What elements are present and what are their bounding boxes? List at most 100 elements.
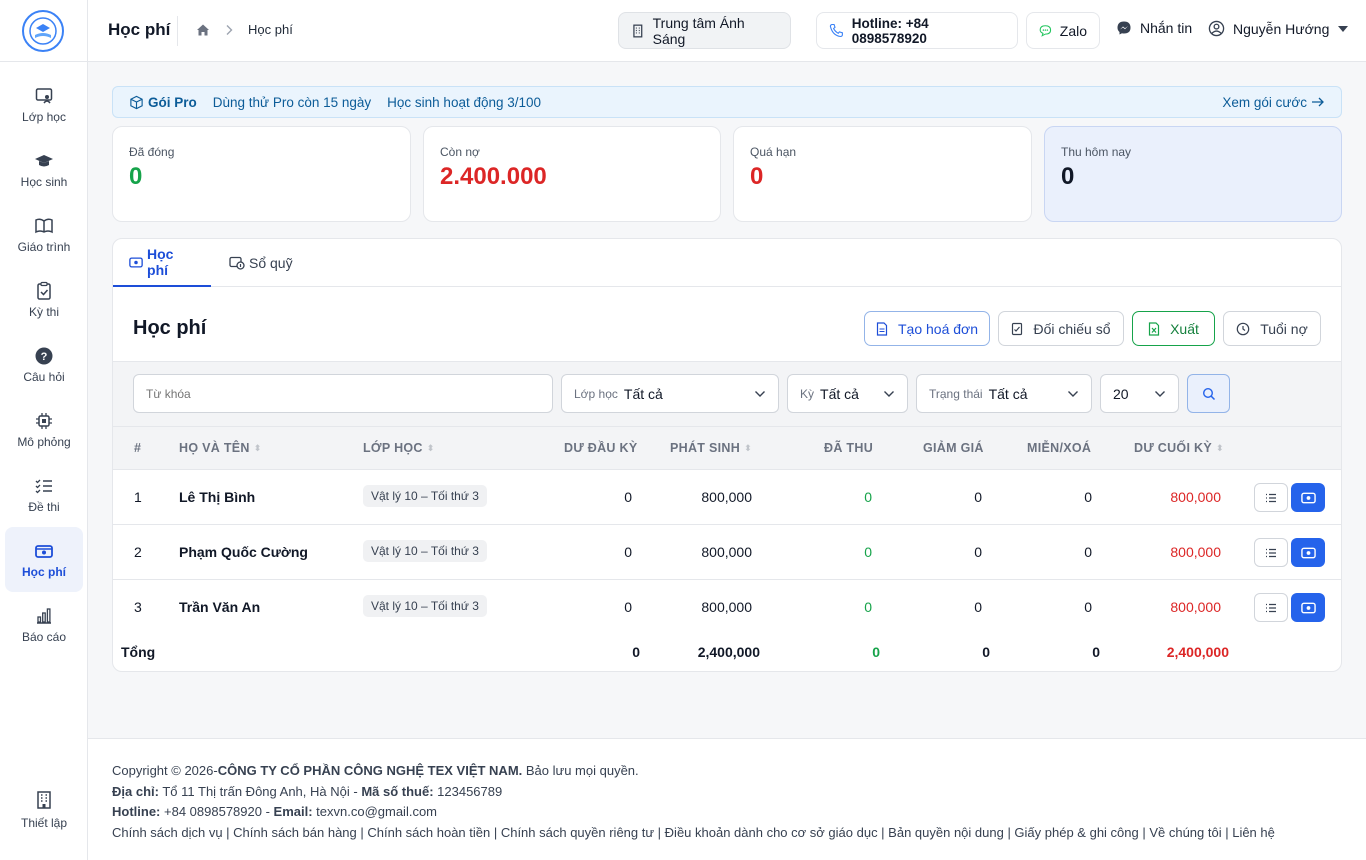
keyword-input[interactable] bbox=[134, 375, 552, 412]
plan-name: Gói Pro bbox=[148, 94, 197, 110]
sidebar: Lớp học Học sinh Giáo trình Kỳ thi ? Câu… bbox=[0, 0, 88, 860]
student-name[interactable]: Lê Thị Bình bbox=[179, 489, 255, 505]
center-selector[interactable]: Trung tâm Ánh Sáng bbox=[618, 12, 791, 49]
hotline-button[interactable]: Hotline: +84 0898578920 bbox=[816, 12, 1018, 49]
chevron-down-icon bbox=[755, 390, 765, 397]
sidebar-item-students[interactable]: Học sinh bbox=[5, 137, 83, 202]
sidebar-item-reports[interactable]: Báo cáo bbox=[5, 592, 83, 657]
sidebar-item-exams[interactable]: Kỳ thi bbox=[5, 267, 83, 332]
chip-icon bbox=[36, 412, 52, 429]
page-title: Học phí bbox=[108, 20, 171, 39]
create-invoice-button[interactable]: Tạo hoá đơn bbox=[864, 311, 990, 346]
sidebar-item-questions[interactable]: ? Câu hỏi bbox=[5, 332, 83, 397]
incurred-amount: 800,000 bbox=[701, 544, 752, 560]
box-icon bbox=[130, 95, 143, 109]
stat-owed: Còn nợ 2.400.000 bbox=[423, 126, 721, 222]
collect-payment-button[interactable] bbox=[1291, 538, 1325, 567]
col-label: DƯ ĐẦU KỲ bbox=[564, 441, 638, 455]
term-filter[interactable]: Kỳ Tất cả bbox=[787, 374, 908, 413]
money-icon bbox=[129, 256, 143, 268]
sidebar-item-classes[interactable]: Lớp học bbox=[5, 72, 83, 137]
user-name: Nguyễn Hướng bbox=[1233, 20, 1330, 37]
discount-amount: 0 bbox=[974, 489, 982, 505]
tax-value: 123456789 bbox=[433, 783, 503, 799]
checklist-icon bbox=[1012, 322, 1023, 335]
company-name: CÔNG TY CỔ PHẦN CÔNG NGHỆ TEX VIỆT NAM. bbox=[217, 763, 523, 778]
sidebar-nav: Lớp học Học sinh Giáo trình Kỳ thi ? Câu… bbox=[0, 72, 88, 657]
status-filter-value: Tất cả bbox=[988, 385, 1028, 402]
sidebar-item-label: Kỳ thi bbox=[28, 304, 59, 319]
table-total-row: Tổng 0 2,400,000 0 0 0 2,400,000 bbox=[113, 634, 1341, 670]
sidebar-item-tests[interactable]: Đề thi bbox=[5, 462, 83, 527]
paid-amount: 0 bbox=[864, 599, 872, 615]
tuition-card: Học phí Sổ quỹ Học phí Tạo hoá đơn Đối c… bbox=[112, 238, 1342, 672]
page-size-select[interactable]: 20 bbox=[1100, 374, 1179, 413]
details-button[interactable] bbox=[1254, 593, 1288, 622]
book-icon bbox=[35, 217, 53, 233]
footer-contact: Hotline: +84 0898578920 - Email: texvn.c… bbox=[112, 802, 1342, 823]
building-icon bbox=[633, 24, 643, 37]
discount-amount: 0 bbox=[974, 599, 982, 615]
waived-amount: 0 bbox=[1084, 599, 1092, 615]
total-label: Tổng bbox=[121, 644, 156, 660]
bar-chart-icon bbox=[37, 607, 51, 624]
details-button[interactable] bbox=[1254, 538, 1288, 567]
email-value[interactable]: texvn.co@gmail.com bbox=[313, 804, 437, 819]
col-incurred[interactable]: PHÁT SINH ⬍ bbox=[670, 441, 752, 455]
collect-payment-button[interactable] bbox=[1291, 483, 1325, 512]
sidebar-item-simulation[interactable]: Mô phỏng bbox=[5, 397, 83, 462]
export-button[interactable]: Xuất bbox=[1132, 311, 1215, 346]
hotline-value: +84 0898578920 - bbox=[160, 804, 274, 819]
search-button[interactable] bbox=[1187, 374, 1230, 413]
zalo-button[interactable]: Zalo bbox=[1026, 12, 1100, 49]
stat-value: 0 bbox=[1061, 163, 1075, 190]
sidebar-item-label: Báo cáo bbox=[21, 629, 67, 644]
tab-tuition[interactable]: Học phí bbox=[113, 239, 211, 287]
col-label: DƯ CUỐI KỲ bbox=[1134, 441, 1212, 455]
money-icon bbox=[1300, 492, 1316, 503]
sort-icon: ⬍ bbox=[1215, 442, 1224, 453]
building-icon bbox=[37, 791, 51, 809]
chevron-down-icon bbox=[884, 390, 894, 397]
student-name[interactable]: Trần Văn An bbox=[179, 599, 260, 615]
money-icon bbox=[35, 544, 53, 558]
footer-links[interactable]: Chính sách dịch vụ | Chính sách bán hàng… bbox=[112, 823, 1342, 844]
waived-amount: 0 bbox=[1084, 489, 1092, 505]
col-label: PHÁT SINH bbox=[670, 441, 741, 455]
col-name[interactable]: HỌ VÀ TÊN ⬍ bbox=[179, 441, 262, 455]
debt-aging-button[interactable]: Tuổi nợ bbox=[1223, 311, 1321, 346]
view-plans-link[interactable]: Xem gói cước bbox=[1222, 95, 1325, 110]
col-class[interactable]: LỚP HỌC ⬍ bbox=[363, 441, 435, 455]
col-closing[interactable]: DƯ CUỐI KỲ ⬍ bbox=[1134, 441, 1224, 455]
col-label: # bbox=[134, 441, 142, 455]
sidebar-item-settings[interactable]: Thiết lập bbox=[0, 790, 88, 830]
breadcrumb-current: Học phí bbox=[248, 22, 293, 37]
home-icon[interactable] bbox=[196, 23, 210, 37]
stat-label: Đã đóng bbox=[129, 145, 175, 159]
footer: Copyright © 2026-CÔNG TY CỔ PHẦN CÔNG NG… bbox=[88, 738, 1366, 860]
class-filter[interactable]: Lớp học Tất cả bbox=[561, 374, 779, 413]
status-filter[interactable]: Trạng thái Tất cả bbox=[916, 374, 1092, 413]
sort-icon: ⬍ bbox=[253, 442, 262, 453]
user-menu[interactable]: Nguyễn Hướng bbox=[1208, 20, 1349, 37]
debt-aging-label: Tuổi nợ bbox=[1260, 320, 1308, 337]
collect-payment-button[interactable] bbox=[1291, 593, 1325, 622]
zalo-label: Zalo bbox=[1059, 22, 1087, 39]
student-name[interactable]: Phạm Quốc Cường bbox=[179, 544, 308, 560]
messenger-button[interactable]: Nhắn tin bbox=[1116, 20, 1192, 36]
logo[interactable] bbox=[22, 10, 64, 52]
hotline-label: Hotline: +84 0898578920 bbox=[851, 15, 929, 46]
list-check-icon bbox=[35, 479, 52, 493]
list-icon bbox=[1266, 548, 1276, 557]
details-button[interactable] bbox=[1254, 483, 1288, 512]
sidebar-item-curriculum[interactable]: Giáo trình bbox=[5, 202, 83, 267]
reconcile-button[interactable]: Đối chiếu sổ bbox=[998, 311, 1124, 346]
table-header: # HỌ VÀ TÊN ⬍ LỚP HỌC ⬍ DƯ ĐẦU KỲ PHÁT SIN… bbox=[113, 427, 1341, 470]
email-label: Email: bbox=[273, 804, 313, 819]
export-label: Xuất bbox=[1170, 320, 1199, 337]
list-icon bbox=[1266, 493, 1276, 502]
row-index: 2 bbox=[134, 544, 142, 560]
chevron-down-icon bbox=[1068, 390, 1078, 397]
sidebar-item-tuition[interactable]: Học phí bbox=[5, 527, 83, 592]
tab-cashbook[interactable]: Sổ quỹ bbox=[213, 239, 309, 287]
